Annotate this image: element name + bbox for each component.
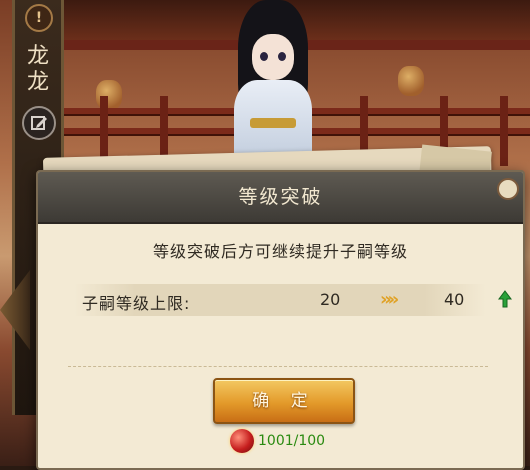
- scroll-curl-icon: [497, 178, 519, 200]
- level-breakthrough-dialog: 等级突破 等级突破后方可继续提升子嗣等级 子嗣等级上限: 20 »» 40 确 …: [36, 170, 525, 470]
- lantern-icon: [398, 66, 424, 96]
- confirm-button[interactable]: 确 定: [213, 378, 355, 424]
- divider: [68, 366, 488, 368]
- level-cap-next: 40: [444, 290, 465, 309]
- character-face: [252, 34, 294, 80]
- name-char: 龙: [26, 70, 49, 95]
- character-belt: [250, 118, 296, 128]
- railing-post: [500, 96, 508, 166]
- edit-button[interactable]: [22, 106, 56, 140]
- dialog-title: 等级突破: [238, 186, 323, 208]
- double-arrow-icon: »»: [380, 289, 399, 310]
- edit-icon: [31, 116, 47, 130]
- level-cap-label: 子嗣等级上限:: [82, 294, 191, 313]
- cost-amount: 1001/100: [258, 433, 326, 449]
- dialog-message: 等级突破后方可继续提升子嗣等级: [152, 242, 408, 261]
- up-arrow-icon: [498, 290, 512, 308]
- level-cap-current: 20: [320, 290, 341, 309]
- level-cap-row: 子嗣等级上限: 20 »» 40: [74, 284, 512, 316]
- character-eye: [278, 52, 286, 61]
- gem-icon: [230, 429, 254, 453]
- cost-display: 1001/100: [230, 428, 325, 454]
- warning-icon[interactable]: !: [25, 4, 53, 32]
- character-eye: [260, 52, 268, 61]
